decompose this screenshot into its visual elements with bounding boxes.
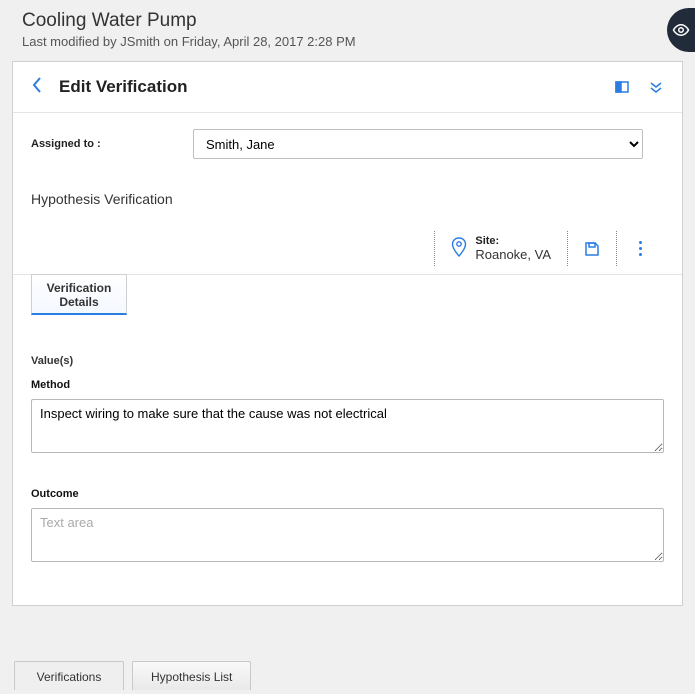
subtab-label-1: Verification — [46, 281, 112, 295]
chevron-left-icon — [31, 76, 43, 94]
dot-icon — [639, 253, 642, 256]
eye-icon — [672, 21, 690, 39]
subtab-row: Verification Details — [13, 275, 682, 315]
tab-verifications[interactable]: Verifications — [14, 661, 124, 690]
modified-line: Last modified by JSmith on Friday, April… — [22, 34, 685, 49]
more-block — [617, 231, 664, 266]
tab-verification-details[interactable]: Verification Details — [31, 274, 127, 315]
subtab-label-2: Details — [46, 295, 112, 309]
back-button[interactable] — [31, 76, 43, 98]
location-icon — [451, 237, 467, 260]
values-label: Value(s) — [31, 355, 664, 367]
dot-icon — [639, 241, 642, 244]
page-title: Cooling Water Pump — [22, 10, 685, 32]
assigned-row: Assigned to : Smith, Jane — [13, 113, 682, 183]
tab-hypothesis-list[interactable]: Hypothesis List — [132, 661, 251, 690]
edit-verification-card: Edit Verification Assigned to : — [12, 61, 683, 606]
form-body: Value(s) Method Inspect wiring to make s… — [13, 315, 682, 605]
more-menu[interactable] — [633, 241, 648, 256]
save-icon — [584, 241, 600, 257]
outcome-label: Outcome — [31, 488, 664, 500]
double-chevron-down-icon — [649, 80, 663, 94]
save-button[interactable] — [584, 241, 600, 257]
assigned-to-select[interactable]: Smith, Jane — [193, 129, 643, 159]
card-header: Edit Verification — [13, 62, 682, 113]
site-block: Site: Roanoke, VA — [434, 231, 567, 266]
collapse-button[interactable] — [648, 79, 664, 95]
dot-icon — [639, 247, 642, 250]
save-block — [567, 231, 617, 266]
outcome-textarea[interactable] — [31, 508, 664, 562]
site-label: Site: — [475, 235, 551, 247]
window-icon[interactable] — [614, 79, 630, 95]
panel-icon — [615, 81, 629, 93]
section-title: Hypothesis Verification — [13, 183, 682, 227]
card-title: Edit Verification — [59, 77, 614, 97]
method-textarea[interactable]: Inspect wiring to make sure that the cau… — [31, 399, 664, 453]
footer-tabs: Verifications Hypothesis List — [14, 661, 251, 690]
meta-row: Site: Roanoke, VA — [13, 227, 682, 275]
assigned-label: Assigned to : — [31, 138, 193, 150]
method-label: Method — [31, 379, 664, 391]
site-value: Roanoke, VA — [475, 247, 551, 262]
